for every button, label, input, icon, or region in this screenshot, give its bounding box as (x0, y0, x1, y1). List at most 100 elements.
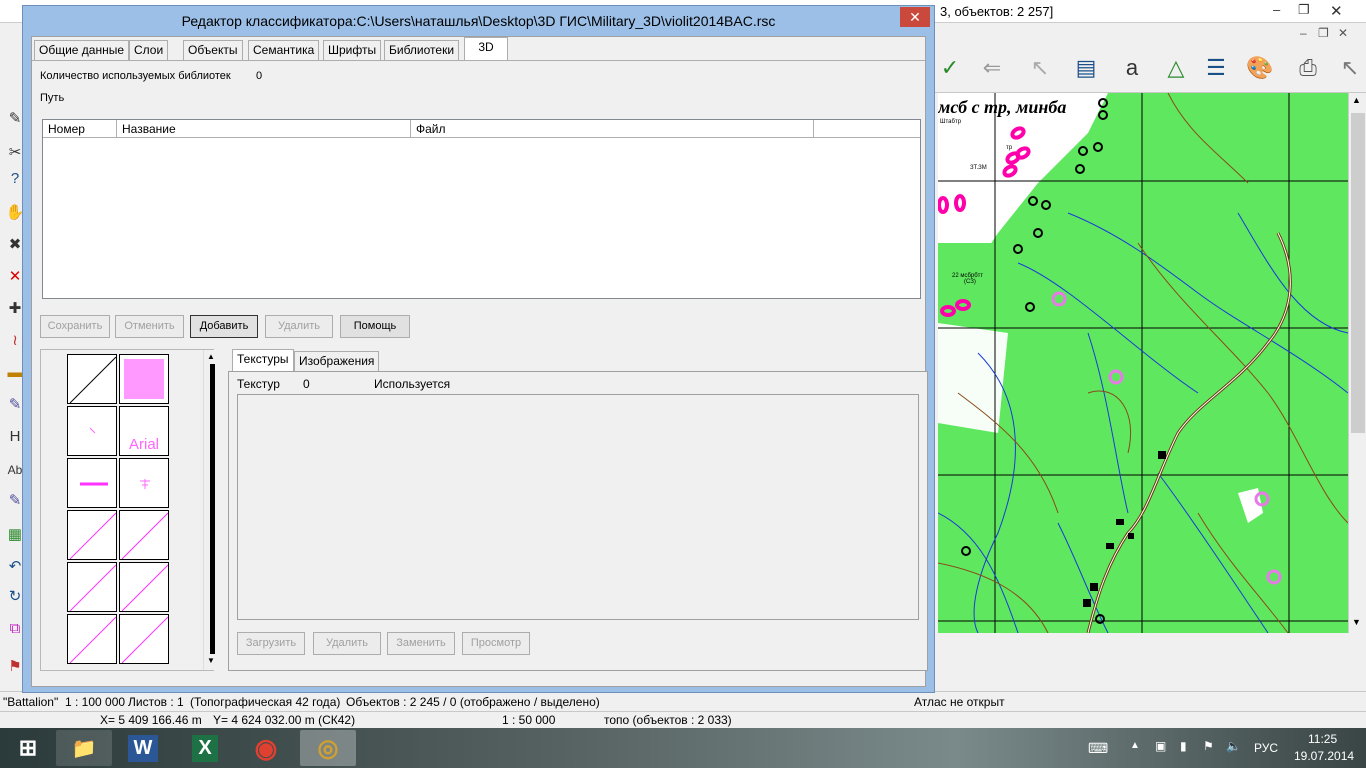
palette-icon[interactable]: 🎨 (1244, 51, 1276, 85)
add-button[interactable]: Добавить (190, 315, 258, 338)
tab-3d[interactable]: 3D (464, 37, 508, 61)
status-map-name: "Battalion" (3, 695, 59, 709)
preview-cell[interactable] (67, 354, 117, 404)
preview-cell[interactable] (119, 614, 169, 664)
col-number[interactable]: Номер (43, 120, 117, 138)
arrow-left-icon[interactable]: ⇐ (976, 51, 1008, 85)
minimize-icon[interactable]: – (1273, 2, 1280, 17)
textures-label: Текстур (237, 377, 280, 391)
map-vertical-scrollbar[interactable]: ▲ ▼ (1348, 93, 1366, 633)
status-atlas: Атлас не открыт (914, 695, 1005, 709)
mdi-close-icon[interactable]: ✕ (1338, 26, 1348, 40)
preview-cell[interactable] (67, 406, 117, 456)
preview-cell[interactable] (119, 562, 169, 612)
scroll-down-icon[interactable]: ▼ (207, 656, 215, 665)
map-small-label: (СЗ) (964, 279, 976, 285)
textures-list[interactable] (237, 394, 919, 620)
start-button[interactable]: ⊞ (0, 730, 56, 766)
taskbar: ⊞ 📁 W X ◉ ◎ ⌨ ▲ ▣ ▮ ⚑ 🔈 РУС 11:25 19.07.… (0, 728, 1366, 768)
language-indicator[interactable]: РУС (1254, 741, 1278, 755)
textures-panel: Текстур 0 Используется Загрузить Удалить… (228, 371, 928, 671)
preview-cell[interactable] (67, 614, 117, 664)
preview-font-cell[interactable]: Arial (119, 406, 169, 456)
chrome-icon[interactable]: ◉ (238, 730, 294, 766)
preview-cell[interactable] (67, 458, 117, 508)
libraries-table[interactable]: Номер Название Файл (42, 119, 921, 299)
preview-cell[interactable] (119, 354, 169, 404)
status-bar: "Battalion" 1 : 100 000 Листов : 1 (Топо… (0, 691, 1366, 711)
map-canvas[interactable]: мсб с тр, минба Штабтр тр ЗТ.ЗМ 22 мсбрб… (938, 93, 1348, 633)
status-scale: 1 : 100 000 (65, 695, 126, 709)
table-select-icon[interactable]: ▤ (1070, 51, 1102, 85)
status-sheets: Листов : 1 (128, 695, 184, 709)
view-texture-button[interactable]: Просмотр (462, 632, 530, 655)
symbol-preview-panel[interactable]: Arial ▲ ▼ (40, 349, 220, 671)
col-file[interactable]: Файл (411, 120, 814, 138)
tab-textures[interactable]: Текстуры (232, 349, 294, 371)
preview-scrollbar[interactable]: ▲ ▼ (203, 350, 220, 670)
map-view[interactable]: мсб с тр, минба Штабтр тр ЗТ.ЗМ 22 мсбрб… (938, 93, 1348, 633)
load-texture-button[interactable]: Загрузить (237, 632, 305, 655)
status-map-type: (Топографическая 42 года) (190, 695, 341, 709)
tab-images[interactable]: Изображения (294, 351, 380, 371)
tab-libraries[interactable]: Библиотеки (384, 40, 460, 60)
dialog-close-button[interactable]: ✕ (900, 7, 930, 27)
status-current-scale: 1 : 50 000 (502, 713, 556, 727)
col-filler (814, 120, 920, 138)
save-button[interactable]: Сохранить (40, 315, 110, 338)
scroll-up-icon[interactable]: ▲ (207, 352, 215, 361)
replace-texture-button[interactable]: Заменить (387, 632, 455, 655)
scroll-thumb[interactable] (1351, 113, 1365, 433)
preview-cell[interactable] (119, 458, 169, 508)
col-name[interactable]: Название (117, 120, 411, 138)
preview-cell[interactable] (119, 510, 169, 560)
status-y: Y= 4 624 032.00 m (СК42) (213, 713, 356, 727)
tab-general[interactable]: Общие данные (34, 40, 130, 60)
restore-icon[interactable]: ❐ (1298, 2, 1310, 18)
polygon-select-icon[interactable]: △ (1160, 51, 1192, 85)
explorer-icon[interactable]: 📁 (56, 730, 112, 766)
clock-date[interactable]: 19.07.2014 (1294, 749, 1354, 763)
tray-expand-icon[interactable]: ▲ (1130, 740, 1140, 751)
dialog-body: Общие данные Слои Объекты Семантика Шриф… (31, 36, 928, 687)
clock-time[interactable]: 11:25 (1308, 732, 1337, 746)
volume-icon[interactable]: 🔈 (1226, 739, 1241, 753)
close-icon[interactable]: ✕ (1330, 2, 1343, 20)
dialog-title: Редактор классификатора:C:\Users\наташль… (181, 13, 776, 29)
scroll-thumb[interactable] (210, 364, 215, 654)
tab-semantics[interactable]: Семантика (248, 40, 320, 60)
word-icon[interactable]: W (127, 734, 159, 762)
pointer-extra-icon[interactable]: ↖ (1334, 51, 1366, 85)
tab-layers[interactable]: Слои (129, 40, 169, 60)
printer-icon[interactable]: ⎙ (1292, 51, 1324, 85)
excel-icon[interactable]: X (192, 734, 218, 762)
main-toolbar: ✓ ⇐ ↖ ▤ a △ ☰ 🎨 ⎙ ↖ (930, 45, 1366, 93)
preview-cell[interactable] (67, 510, 117, 560)
text-select-icon[interactable]: a (1116, 51, 1148, 85)
battery-icon[interactable]: ▮ (1180, 739, 1187, 753)
classifier-editor-dialog: Редактор классификатора:C:\Users\наташль… (22, 5, 935, 693)
preview-cell[interactable] (67, 562, 117, 612)
mdi-restore-icon[interactable]: ❐ (1318, 26, 1329, 40)
lib-count-value: 0 (256, 70, 263, 82)
pointer-icon[interactable]: ↖ (1024, 51, 1056, 85)
network-icon[interactable]: ▣ (1155, 739, 1166, 753)
cancel-button[interactable]: Отменить (115, 315, 184, 338)
delete-button[interactable]: Удалить (265, 315, 333, 338)
list-icon[interactable]: ☰ (1200, 51, 1232, 85)
main-window-title: 3, объектов: 2 257] (940, 4, 1054, 19)
status-layer: топо (объектов : 2 033) (604, 713, 732, 727)
delete-texture-button[interactable]: Удалить (313, 632, 381, 655)
check-icon[interactable]: ✓ (934, 51, 966, 85)
map-bottom-area (938, 633, 1366, 685)
textures-used-label: Используется (374, 377, 451, 391)
mdi-minimize-icon[interactable]: – (1300, 26, 1307, 40)
scroll-down-icon[interactable]: ▼ (1352, 617, 1361, 627)
action-center-icon[interactable]: ⚑ (1203, 739, 1214, 753)
tab-fonts[interactable]: Шрифты (323, 40, 382, 60)
tab-objects[interactable]: Объекты (183, 40, 243, 60)
scroll-up-icon[interactable]: ▲ (1352, 95, 1361, 105)
keyboard-icon[interactable]: ⌨ (1088, 740, 1108, 757)
gis-app-icon[interactable]: ◎ (300, 730, 356, 766)
help-button[interactable]: Помощь (340, 315, 410, 338)
